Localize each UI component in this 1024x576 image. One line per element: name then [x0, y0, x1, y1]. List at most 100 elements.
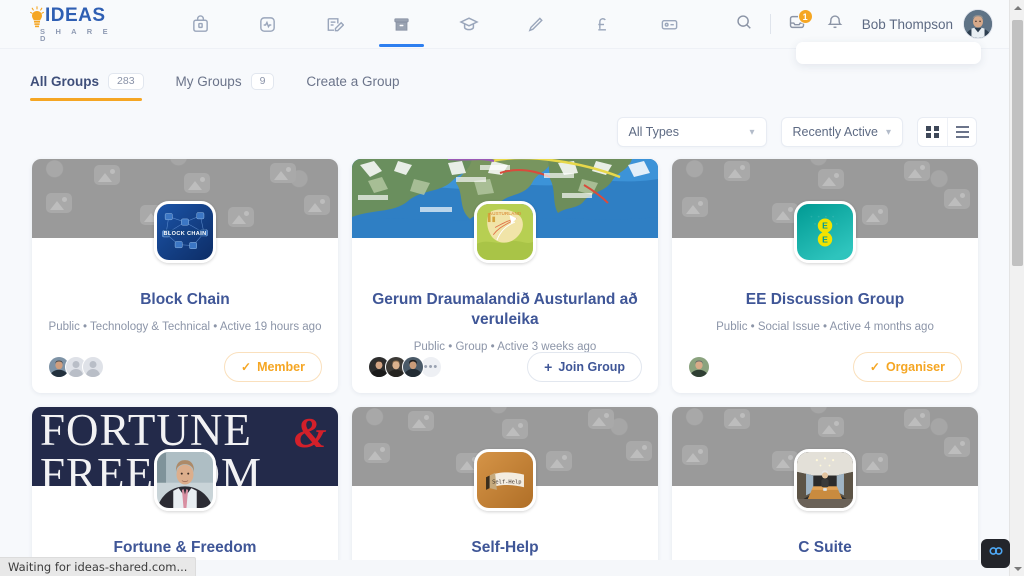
member-avatar — [402, 356, 424, 378]
group-card[interactable]: E E EE Discussion Group Public • Social … — [672, 159, 978, 393]
link-chain-button[interactable] — [981, 539, 1010, 568]
group-avatar — [794, 449, 856, 511]
grid-view-icon — [926, 125, 939, 139]
tab-all-groups[interactable]: All Groups 283 — [30, 72, 144, 102]
group-avatar: Self-Help — [474, 449, 536, 511]
svg-text:AUSTURLAND: AUSTURLAND — [489, 211, 522, 216]
card-title[interactable]: Gerum Draumalandið Austurland að verulei… — [368, 290, 642, 330]
inbox-button[interactable]: 1 — [778, 5, 816, 43]
tab-all-groups-count: 283 — [108, 72, 144, 91]
lightbulb-icon — [30, 5, 44, 27]
group-card[interactable]: BLOCK CHAIN Block Chain Public • Technol… — [32, 159, 338, 393]
group-avatar: AUSTURLAND — [474, 201, 536, 263]
logo-subtitle: S H A R E D — [40, 26, 112, 43]
chevron-up-icon — [1013, 5, 1022, 10]
sort-filter-value: Recently Active — [792, 125, 878, 139]
card-title[interactable]: C Suite — [688, 538, 962, 558]
avatar[interactable] — [963, 9, 993, 39]
nav-item-notes[interactable] — [301, 0, 368, 49]
check-icon: ✓ — [869, 360, 880, 374]
svg-text:E: E — [822, 234, 828, 244]
notifications-button[interactable] — [816, 5, 854, 43]
link-chain-icon — [987, 542, 1005, 565]
tab-my-groups-label: My Groups — [175, 74, 242, 89]
nav-item-funding[interactable] — [569, 0, 636, 49]
header-actions: 1 Bob Thompson — [725, 5, 1009, 43]
card-footer: ✓ Organiser — [672, 341, 978, 393]
type-filter-select[interactable]: All Types ▾ — [616, 117, 767, 147]
scroll-down-button[interactable] — [1010, 561, 1024, 576]
group-avatar: E E — [794, 201, 856, 263]
scrollbar-thumb[interactable] — [1012, 20, 1023, 266]
header-divider — [769, 14, 771, 34]
tab-my-groups[interactable]: My Groups 9 — [175, 72, 275, 102]
sort-filter-select[interactable]: Recently Active ▾ — [780, 117, 903, 147]
nav-item-marketplace[interactable] — [167, 0, 234, 49]
search-button[interactable] — [725, 5, 763, 43]
nav-item-learning[interactable] — [435, 0, 502, 49]
page-scrollbar[interactable] — [1009, 0, 1024, 576]
join-group-button[interactable]: + Join Group — [527, 352, 642, 382]
card-meta: Public • Technology & Technical • Active… — [48, 321, 322, 334]
card-footer: ••• + Join Group — [352, 341, 658, 393]
card-title[interactable]: EE Discussion Group — [688, 290, 962, 310]
card-meta: Public • Social Issue • Active 4 months … — [716, 321, 934, 334]
member-avatars[interactable]: ••• — [368, 356, 442, 378]
group-avatar — [154, 449, 216, 511]
member-avatars[interactable] — [688, 356, 710, 378]
group-card[interactable]: C Suite Public • Business • Active 5 mon… — [672, 407, 978, 560]
inbox-badge: 1 — [797, 9, 813, 24]
search-icon — [735, 13, 753, 36]
chevron-down-icon: ▾ — [885, 126, 891, 138]
member-avatar — [82, 356, 104, 378]
scroll-up-button[interactable] — [1010, 0, 1024, 15]
tab-create-a-group-label: Create a Group — [306, 74, 400, 89]
browser-viewport: IDEAS S H A R E D 1 Bob Thompson All Gro… — [0, 0, 1009, 560]
header-dropdown-panel[interactable] — [796, 42, 981, 64]
group-card[interactable]: FORTUNE & FREEDOM Fortune & Freedom — [32, 407, 338, 560]
view-toggle — [917, 117, 977, 147]
status-bar-text: Waiting for ideas-shared.com... — [8, 560, 188, 574]
plus-icon: + — [544, 359, 553, 375]
check-icon: ✓ — [241, 360, 252, 374]
grid-view-button[interactable] — [918, 118, 947, 146]
svg-text:E: E — [822, 221, 828, 231]
logo-wordmark: IDEAS — [45, 5, 106, 26]
chevron-down-icon — [1013, 566, 1022, 571]
filter-bar: All Types ▾ Recently Active ▾ — [0, 103, 1009, 147]
membership-status-badge[interactable]: ✓ Member — [224, 352, 322, 382]
svg-text:&: & — [294, 411, 327, 457]
svg-text:BLOCK CHAIN: BLOCK CHAIN — [163, 231, 206, 237]
card-title[interactable]: Fortune & Freedom — [48, 538, 322, 558]
svg-text:FORTUNE: FORTUNE — [40, 407, 252, 455]
group-avatar: BLOCK CHAIN — [154, 201, 216, 263]
username-label[interactable]: Bob Thompson — [862, 17, 953, 32]
nav-item-blog[interactable] — [502, 0, 569, 49]
type-filter-value: All Types — [628, 125, 680, 139]
chevron-down-icon: ▾ — [749, 126, 755, 138]
browser-status-bar: Waiting for ideas-shared.com... — [0, 557, 197, 576]
bell-icon — [826, 13, 844, 36]
list-view-button[interactable] — [947, 118, 976, 146]
nav-item-cards[interactable] — [636, 0, 703, 49]
membership-status-label: Organiser — [885, 360, 945, 374]
main-nav — [167, 0, 703, 49]
card-footer: ✓ Member — [32, 341, 338, 393]
list-view-icon — [955, 126, 969, 138]
card-title[interactable]: Block Chain — [48, 290, 322, 310]
group-card[interactable]: Self-Help Self-Help Public • Education &… — [352, 407, 658, 560]
site-logo[interactable]: IDEAS S H A R E D — [30, 5, 122, 43]
membership-status-label: Member — [257, 360, 305, 374]
member-avatars[interactable] — [48, 356, 104, 378]
tab-all-groups-label: All Groups — [30, 74, 100, 89]
svg-text:FREEDOM: FREEDOM — [40, 449, 262, 486]
svg-text:Self-Help: Self-Help — [492, 479, 521, 485]
tab-create-a-group[interactable]: Create a Group — [306, 74, 399, 100]
join-group-label: Join Group — [558, 360, 625, 374]
card-title[interactable]: Self-Help — [368, 538, 642, 558]
nav-item-activity[interactable] — [234, 0, 301, 49]
member-avatar — [688, 356, 710, 378]
membership-status-badge[interactable]: ✓ Organiser — [852, 352, 962, 382]
group-card[interactable]: AUSTURLAND Gerum Draumalandið Austurland… — [352, 159, 658, 393]
nav-item-groups[interactable] — [368, 0, 435, 49]
